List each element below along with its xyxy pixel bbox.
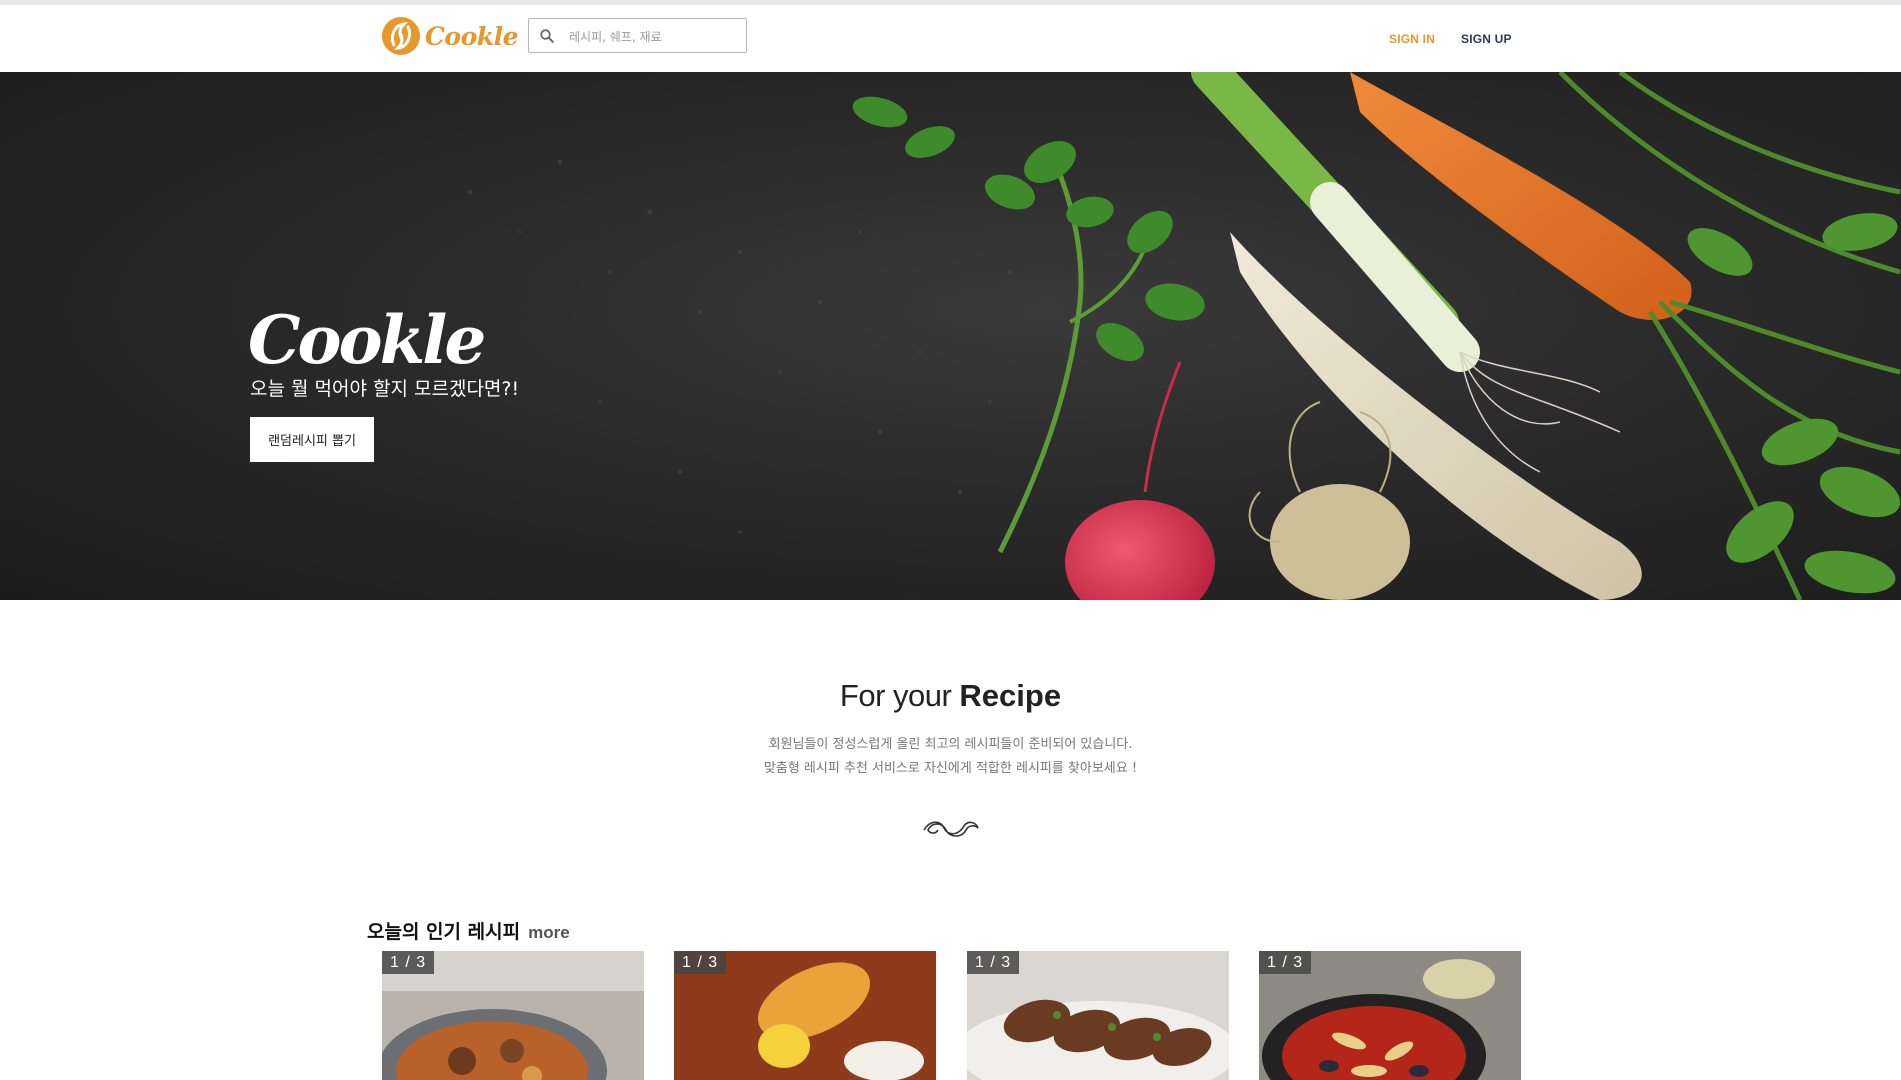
intro-line-1: 회원님들이 정성스럽게 올린 최고의 레시피들이 준비되어 있습니다. — [768, 737, 1133, 752]
more-link[interactable]: more — [528, 923, 570, 943]
recipe-card[interactable]: 1 / 3 — [674, 951, 936, 1080]
card-counter: 1 / 3 — [1259, 951, 1312, 974]
random-recipe-button[interactable]: 랜덤레시피 뽑기 — [250, 417, 374, 462]
card-counter: 1 / 3 — [967, 951, 1020, 974]
popular-title: 오늘의 인기 레시피 — [367, 921, 521, 943]
search-input[interactable] — [567, 19, 741, 54]
sign-up-link[interactable]: SIGN UP — [1461, 32, 1512, 46]
recipe-card[interactable]: 1 / 3 — [1259, 951, 1521, 1080]
flourish-icon — [923, 821, 979, 837]
section-title: For your Recipe — [0, 678, 1901, 714]
recipe-card[interactable]: 1 / 3 — [967, 951, 1229, 1080]
brand-name: Cookle — [425, 21, 518, 51]
hero-subtitle: 오늘 뭘 먹어야 할지 모르겠다면?! — [250, 378, 520, 400]
popular-header: 오늘의 인기 레시피 more — [367, 917, 570, 944]
section-title-light: For your — [839, 678, 960, 713]
hero-banner: Cookle 오늘 뭘 먹어야 할지 모르겠다면?! 랜덤레시피 뽑기 — [0, 72, 1901, 600]
card-counter: 1 / 3 — [382, 951, 435, 974]
sign-in-link[interactable]: SIGN IN — [1389, 32, 1435, 46]
section-title-bold: Recipe — [959, 678, 1062, 713]
hero-brand: Cookle — [248, 301, 486, 379]
card-counter: 1 / 3 — [674, 951, 727, 974]
search-box — [528, 18, 747, 54]
search-icon — [540, 29, 554, 43]
logo-mark-icon — [382, 17, 420, 55]
brand-logo[interactable]: Cookle — [380, 14, 518, 58]
recipe-card[interactable]: 1 / 3 — [382, 951, 644, 1080]
intro-line-2: 맞춤형 레시피 추천 서비스로 자신에게 적합한 레시피를 찾아보세요 ! — [763, 761, 1138, 776]
navbar: Cookle SIGN IN SIGN UP — [0, 5, 1901, 72]
